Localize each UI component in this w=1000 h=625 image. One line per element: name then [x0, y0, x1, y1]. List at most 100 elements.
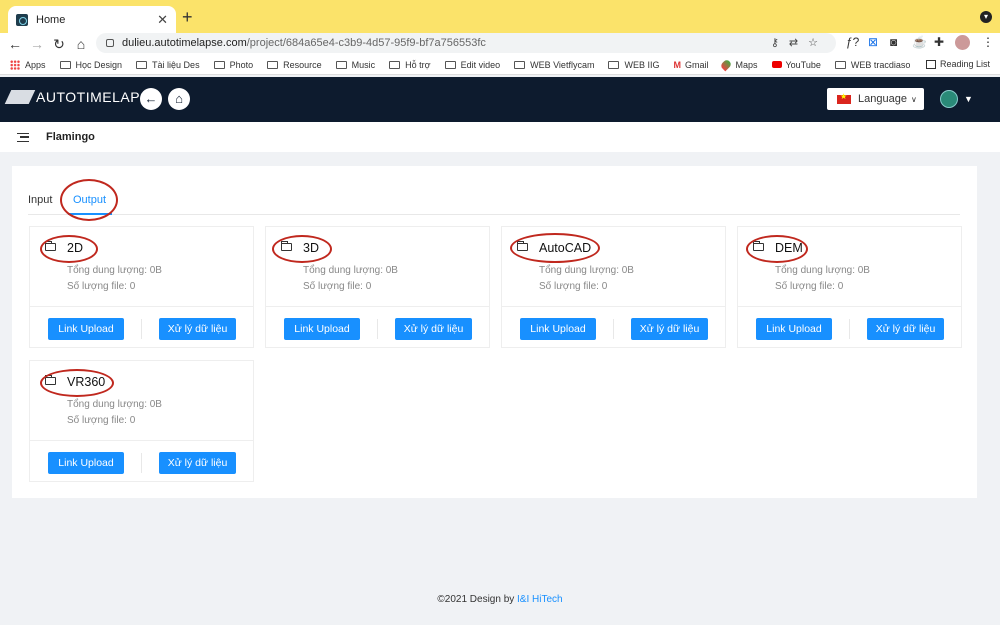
youtube-icon [771, 61, 782, 68]
translate-icon[interactable]: ⇄ [789, 37, 808, 49]
bookmark-gmail[interactable]: M Gmail [673, 60, 708, 70]
link-upload-button[interactable]: Link Upload [48, 318, 124, 340]
folder-icon [514, 60, 526, 69]
annotation-circle [272, 235, 332, 263]
tab-input[interactable]: Input [28, 194, 52, 206]
new-tab-icon[interactable]: + [182, 8, 193, 26]
apps-grid-icon [10, 59, 20, 70]
content-panel: Input Output 2D Tổng dung lượng: 0B Số l… [12, 166, 977, 498]
reading-list[interactable]: Reading List [925, 59, 990, 69]
folder-file-count: Số lượng file: 0 [67, 281, 136, 292]
extensions-puzzle-icon[interactable]: ✚ [934, 35, 944, 49]
page-title: Flamingo [46, 131, 95, 143]
divider [377, 319, 378, 339]
footer-brand-link[interactable]: I&I HiTech [517, 594, 563, 605]
folder-file-count: Số lượng file: 0 [303, 281, 372, 292]
bookmarks-bar: Apps Học Design Tài liệu Des Photo Resou… [0, 55, 1000, 75]
link-upload-button[interactable]: Link Upload [520, 318, 596, 340]
bookmark-folder[interactable]: Resource [267, 60, 322, 70]
page-subheader: Flamingo [0, 122, 1000, 152]
close-tab-icon[interactable]: ✕ [157, 12, 168, 28]
bookmark-folder[interactable]: Edit video [444, 60, 500, 70]
folder-card: DEM Tổng dung lượng: 0B Số lượng file: 0… [737, 226, 962, 348]
folder-card: AutoCAD Tổng dung lượng: 0B Số lượng fil… [501, 226, 726, 348]
folder-size: Tổng dung lượng: 0B [775, 265, 870, 276]
back-icon[interactable]: ← [4, 36, 26, 52]
tab-divider [28, 214, 960, 215]
bookmark-folder[interactable]: Học Design [59, 60, 122, 70]
logo-mark-icon [4, 90, 36, 104]
bookmark-apps[interactable]: Apps [10, 59, 46, 70]
annotation-circle [510, 233, 600, 263]
bookmark-folder[interactable]: Hỗ trợ [389, 60, 431, 70]
folder-icon [267, 60, 279, 69]
key-icon[interactable]: ⚷ [771, 37, 789, 49]
link-upload-button[interactable]: Link Upload [48, 452, 124, 474]
window-menu-icon[interactable]: ▾ [980, 11, 992, 23]
annotation-circle [40, 235, 98, 263]
user-menu-caret-icon[interactable]: ▼ [964, 94, 973, 104]
process-data-button[interactable]: Xử lý dữ liệu [159, 318, 236, 340]
folder-icon [213, 60, 225, 69]
address-bar[interactable]: dulieu.autotimelapse.com/project/684a65e… [96, 33, 836, 53]
lock-icon[interactable] [106, 39, 114, 47]
folder-card: VR360 Tổng dung lượng: 0B Số lượng file:… [29, 360, 254, 482]
browser-menu-icon[interactable]: ⋮ [982, 35, 994, 49]
link-upload-button[interactable]: Link Upload [756, 318, 832, 340]
arrow-left-icon: ← [144, 91, 158, 106]
home-icon[interactable]: ⌂ [70, 36, 92, 52]
annotation-circle [746, 235, 808, 263]
browser-tab-title: Home [36, 13, 66, 26]
divider [141, 319, 142, 339]
folder-size: Tổng dung lượng: 0B [67, 265, 162, 276]
process-data-button[interactable]: Xử lý dữ liệu [395, 318, 472, 340]
extension-translate-icon[interactable]: ⊠ [868, 35, 878, 49]
back-button[interactable]: ← [140, 88, 162, 110]
chevron-down-icon: ∨ [910, 94, 917, 104]
bookmark-star-icon[interactable]: ☆ [808, 37, 828, 49]
folder-icon [335, 60, 347, 69]
bookmark-folder[interactable]: Tài liệu Des [136, 60, 200, 70]
home-icon: ⌂ [175, 91, 183, 106]
extension-camera-icon[interactable]: ◙ [890, 35, 897, 49]
folder-file-count: Số lượng file: 0 [539, 281, 608, 292]
url-host: dulieu.autotimelapse.com [122, 37, 247, 49]
annotation-circle [40, 369, 114, 397]
home-button[interactable]: ⌂ [168, 88, 190, 110]
bookmark-folder[interactable]: Photo [213, 60, 253, 70]
folder-icon [834, 60, 846, 69]
footer-text: ©2021 Design by [437, 594, 518, 605]
bookmark-folder[interactable]: WEB Vietflycam [514, 60, 594, 70]
link-upload-button[interactable]: Link Upload [284, 318, 360, 340]
bookmark-youtube[interactable]: YouTube [771, 60, 821, 70]
forward-icon[interactable]: → [26, 36, 48, 52]
language-label: Language [858, 93, 907, 105]
site-favicon-icon [16, 13, 28, 26]
language-selector[interactable]: Language ∨ [827, 88, 924, 110]
process-data-button[interactable]: Xử lý dữ liệu [159, 452, 236, 474]
extension-fx-icon[interactable]: ƒ? [846, 35, 859, 49]
process-data-button[interactable]: Xử lý dữ liệu [867, 318, 944, 340]
annotation-circle [60, 179, 118, 221]
logo[interactable]: AUTOTIMELAPSE [4, 89, 160, 105]
divider [849, 319, 850, 339]
folder-size: Tổng dung lượng: 0B [303, 265, 398, 276]
browser-tab[interactable]: Home ✕ [8, 6, 176, 33]
menu-toggle-icon[interactable] [17, 132, 29, 142]
app-header: AUTOTIMELAPSE ← ⌂ Language ∨ [0, 77, 1000, 122]
folder-card: 3D Tổng dung lượng: 0B Số lượng file: 0 … [265, 226, 490, 348]
reload-icon[interactable]: ↻ [48, 36, 70, 53]
folder-icon [59, 60, 71, 69]
user-avatar[interactable] [940, 90, 958, 108]
bookmark-folder[interactable]: Music [335, 60, 375, 70]
browser-profile-avatar[interactable] [955, 35, 970, 50]
folder-icon [136, 60, 148, 69]
bookmark-folder[interactable]: WEB tracdiaso [834, 60, 910, 70]
browser-toolbar: ← → ↻ ⌂ dulieu.autotimelapse.com/project… [0, 33, 1000, 55]
bookmark-maps[interactable]: Maps [720, 58, 758, 71]
process-data-button[interactable]: Xử lý dữ liệu [631, 318, 708, 340]
gmail-icon: M [673, 59, 681, 70]
bookmark-folder[interactable]: WEB IIG [608, 60, 659, 70]
folder-file-count: Số lượng file: 0 [67, 415, 136, 426]
extension-cup-icon[interactable]: ☕ [912, 35, 927, 49]
